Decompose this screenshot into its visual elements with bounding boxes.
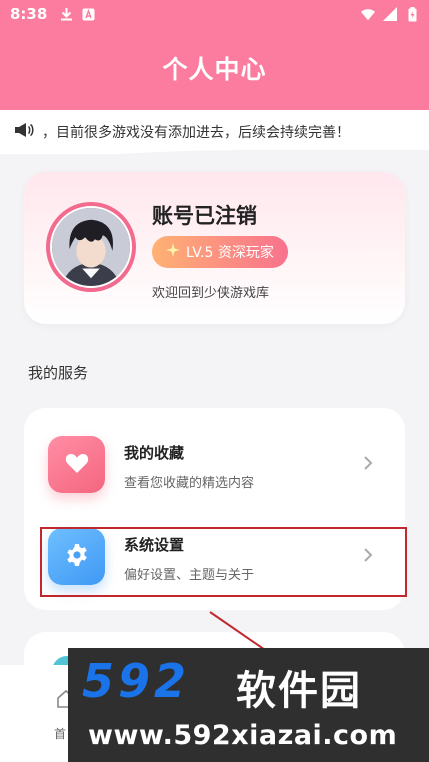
watermark-url: www.592xiazai.com bbox=[88, 720, 398, 751]
app-notification-icon bbox=[81, 7, 95, 21]
level-label: LV.5 资深玩家 bbox=[186, 245, 274, 261]
avatar[interactable] bbox=[46, 202, 136, 292]
highlight-annotation-box bbox=[40, 527, 407, 597]
heart-icon bbox=[65, 452, 89, 478]
favorites-icon-tile bbox=[48, 436, 105, 493]
service-desc: 查看您收藏的精选内容 bbox=[124, 476, 255, 491]
watermark-logo-text: 软件园 bbox=[236, 668, 362, 714]
username: 账号已注销 bbox=[152, 204, 257, 228]
page-title: 个人中心 bbox=[162, 55, 267, 84]
avatar-image bbox=[52, 208, 130, 286]
level-badge: LV.5 资深玩家 bbox=[152, 236, 288, 268]
notice-text: ，目前很多游戏没有添加进去，后续会持续完善！ bbox=[42, 125, 350, 141]
nav-home-label[interactable]: 首 bbox=[54, 725, 66, 742]
status-time: 8:38 bbox=[10, 5, 48, 23]
wifi-icon bbox=[361, 7, 375, 21]
signal-icon bbox=[383, 7, 397, 21]
welcome-text: 欢迎回到少侠游戏库 bbox=[152, 286, 270, 301]
sparkle-icon bbox=[166, 243, 180, 261]
profile-card[interactable]: 账号已注销 LV.5 资深玩家 欢迎回到少侠游戏库 bbox=[24, 172, 405, 324]
status-bar: 8:38 bbox=[0, 0, 429, 28]
battery-icon bbox=[405, 6, 419, 21]
section-title-services: 我的服务 bbox=[28, 364, 89, 382]
megaphone-icon bbox=[14, 122, 34, 142]
watermark: 592 软件园 www.592xiazai.com bbox=[68, 648, 429, 762]
download-icon bbox=[59, 7, 73, 21]
notice-bar: ，目前很多游戏没有添加进去，后续会持续完善！ bbox=[0, 110, 429, 154]
watermark-logo-number: 592 bbox=[82, 654, 191, 708]
service-item-favorites[interactable]: 我的收藏 查看您收藏的精选内容 bbox=[24, 418, 405, 510]
header-bar: 8:38 个人中心 bbox=[0, 0, 429, 110]
chevron-right-icon bbox=[361, 454, 375, 472]
service-title: 我的收藏 bbox=[124, 444, 185, 462]
